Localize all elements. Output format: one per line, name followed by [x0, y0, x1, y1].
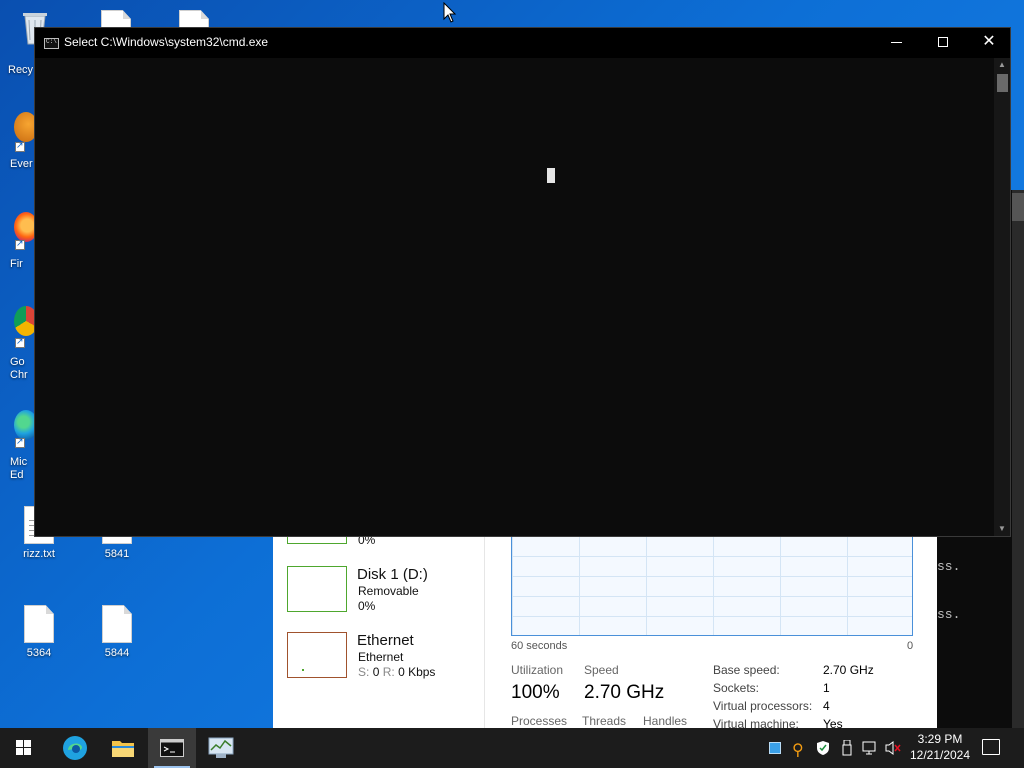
detail-key: Sockets: [713, 681, 760, 695]
cmd-window-title: Select C:\Windows\system32\cmd.exe [64, 35, 269, 49]
shortcut-arrow-icon [15, 140, 25, 152]
handles-label: Handles [643, 714, 688, 728]
desktop-icon-label: 5841 [104, 548, 130, 560]
text-cursor [547, 168, 555, 183]
cmd-icon [160, 739, 184, 757]
desktop-icon-label: Recy [8, 64, 34, 76]
cpu-utilization-graph [511, 536, 913, 636]
desktop-icon-label: rizz.txt [23, 548, 55, 560]
maximize-icon [938, 37, 948, 47]
windows-logo-icon [16, 740, 32, 756]
shortcut-arrow-icon [15, 238, 25, 250]
usb-device-icon[interactable] [842, 739, 852, 756]
taskbar: ⚲ 3:29 PM 12/21/2024 [0, 728, 1024, 768]
scroll-down-arrow-icon[interactable]: ▼ [994, 522, 1010, 536]
detail-key: Base speed: [713, 663, 780, 677]
shortcut-arrow-icon [15, 436, 25, 448]
mouse-pointer-icon [443, 2, 457, 23]
folder-icon [112, 741, 134, 757]
speed-value: 2.70 GHz [584, 682, 665, 703]
ethernet-thumbnail-graph [287, 632, 347, 678]
taskbar-edge-button[interactable] [50, 728, 98, 768]
file-icon [102, 605, 132, 643]
performance-sidebar: 0% Disk 1 (D:) Removable 0% Ethernet Eth… [273, 498, 485, 728]
desktop-icon-label: Mic Ed [10, 456, 28, 481]
taskbar-task-manager-button[interactable] [197, 728, 245, 768]
detail-value: 2.70 GHz [823, 663, 874, 677]
ethernet-throughput: S: 0 R: 0 Kbps [358, 665, 436, 679]
taskbar-file-explorer-button[interactable] [99, 728, 147, 768]
disk-type: Removable [358, 584, 419, 598]
processes-label: Processes [511, 714, 568, 728]
disk-name: Disk 1 (D:) [357, 566, 428, 583]
desktop-icon-5844[interactable]: 5844 [82, 605, 152, 660]
minimize-icon [891, 42, 902, 43]
cmd-app-icon [44, 38, 59, 49]
desktop-icon-label: Go Chr [10, 356, 28, 381]
start-button[interactable] [0, 728, 48, 768]
close-button[interactable]: ✕ [966, 28, 1012, 58]
console-text-line: ss. [937, 607, 961, 622]
edge-icon [63, 736, 87, 760]
detail-value: 4 [823, 699, 830, 713]
detail-key: Virtual processors: [713, 699, 813, 713]
close-icon: ✕ [982, 33, 996, 50]
maximize-button[interactable] [920, 28, 966, 58]
scrollbar-thumb[interactable] [997, 74, 1008, 92]
task-manager-icon [208, 737, 234, 758]
desktop-icon-label: 5844 [104, 647, 130, 659]
cmd-title-bar[interactable]: Select C:\Windows\system32\cmd.exe ✕ [35, 28, 1010, 58]
console-scrollbar-thumb[interactable] [1012, 193, 1024, 221]
clock-time: 3:29 PM [917, 732, 963, 746]
desktop-icon-5364[interactable]: 5364 [4, 605, 74, 660]
minimize-button[interactable] [874, 28, 920, 58]
desktop-icon-label: 5364 [26, 647, 52, 659]
detail-value: 1 [823, 681, 830, 695]
scroll-up-arrow-icon[interactable]: ▲ [994, 58, 1010, 72]
desktop-icon-label: Fir [10, 258, 23, 270]
utilization-value: 100% [511, 682, 560, 703]
cmd-window[interactable]: Select C:\Windows\system32\cmd.exe ✕ ▲ ▼ [34, 27, 1011, 537]
desktop-icon-label: Ever [10, 158, 33, 170]
speed-label: Speed [584, 663, 619, 677]
search-tray-icon[interactable]: ⚲ [792, 740, 804, 759]
console-scrollbar[interactable] [1012, 190, 1024, 730]
shortcut-arrow-icon [15, 336, 25, 348]
network-icon[interactable] [862, 740, 878, 756]
task-manager-window[interactable]: 0% Disk 1 (D:) Removable 0% Ethernet Eth… [273, 498, 937, 753]
graph-time-span: 60 seconds [511, 640, 568, 652]
security-shield-icon[interactable] [816, 740, 830, 756]
ethernet-adapter: Ethernet [358, 650, 404, 664]
taskbar-cmd-button[interactable] [148, 728, 196, 768]
sidebar-item-ethernet[interactable]: Ethernet Ethernet S: 0 R: 0 Kbps [287, 632, 477, 682]
volume-muted-icon[interactable] [884, 740, 902, 756]
cmd-console-area[interactable] [35, 58, 993, 536]
console-text-line: ss. [937, 559, 961, 574]
cmd-vertical-scrollbar[interactable]: ▲ ▼ [994, 58, 1010, 536]
tray-app-icon[interactable] [769, 742, 781, 754]
ethernet-name: Ethernet [357, 632, 414, 649]
taskbar-clock[interactable]: 3:29 PM 12/21/2024 [906, 731, 974, 763]
utilization-label: Utilization [511, 663, 564, 677]
disk-thumbnail-graph [287, 566, 347, 612]
threads-label: Threads [582, 714, 627, 728]
sidebar-item-disk-1[interactable]: Disk 1 (D:) Removable 0% [287, 566, 477, 616]
notification-center-icon[interactable] [982, 739, 1000, 755]
disk-usage: 0% [358, 599, 376, 613]
clock-date: 12/21/2024 [909, 748, 971, 762]
graph-axis-zero: 0 [907, 640, 914, 652]
file-icon [24, 605, 54, 643]
